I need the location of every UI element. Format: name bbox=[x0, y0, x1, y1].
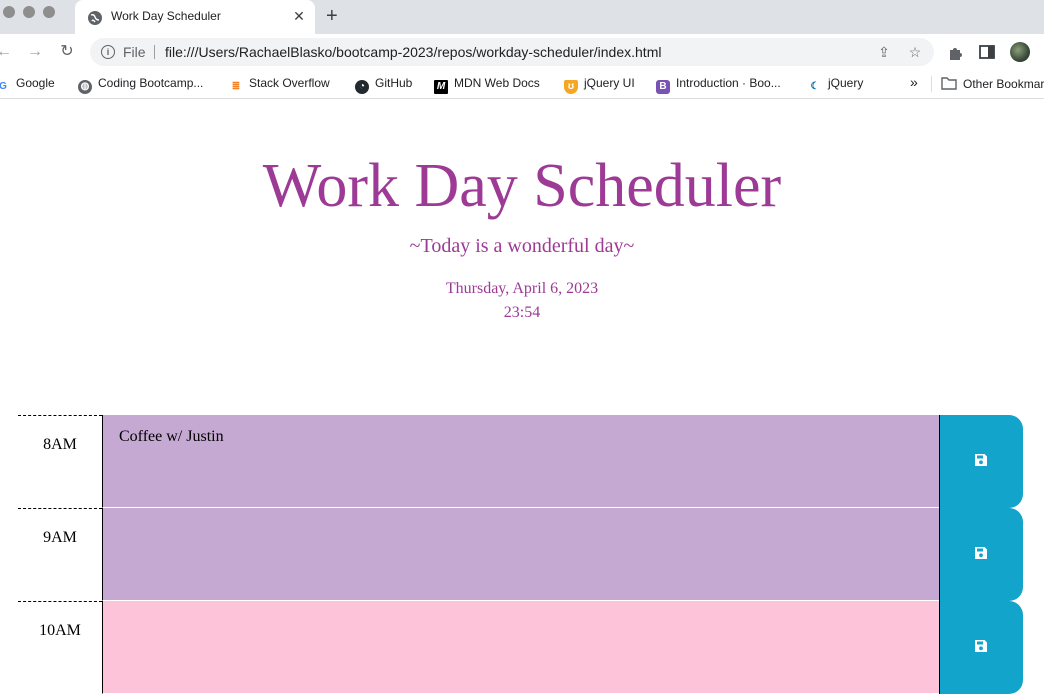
address-bar[interactable]: i File file:///Users/RachaelBlasko/bootc… bbox=[90, 38, 934, 66]
bootstrap-icon: B bbox=[656, 80, 670, 94]
forward-icon[interactable]: → bbox=[25, 42, 45, 62]
hour-label: 9AM bbox=[18, 508, 102, 601]
bookmark-label: jQuery UI bbox=[584, 76, 635, 90]
bookmark-jquery[interactable]: ☾ jQuery bbox=[808, 76, 864, 92]
time-block-row: 10AM bbox=[18, 601, 1023, 694]
window-close-control[interactable] bbox=[3, 6, 15, 18]
mdn-icon: M bbox=[434, 80, 448, 94]
save-icon bbox=[975, 547, 987, 559]
save-button[interactable] bbox=[939, 601, 1023, 694]
bookmark-coding-bootcamp[interactable]: ◍ Coding Bootcamp... bbox=[78, 76, 204, 94]
jquery-icon: ☾ bbox=[810, 81, 820, 92]
page-title: Work Day Scheduler bbox=[262, 152, 782, 220]
info-icon[interactable]: i bbox=[101, 45, 115, 59]
stackoverflow-icon: ≣ bbox=[231, 81, 241, 92]
bookmarks-overflow-button[interactable]: » bbox=[910, 74, 918, 90]
bookmark-other-bookmarks[interactable]: Other Bookmarks bbox=[941, 76, 1044, 92]
globe-icon bbox=[88, 11, 102, 25]
page-lead: ~Today is a wonderful day~ bbox=[409, 235, 635, 257]
bookmark-star-icon[interactable]: ☆ bbox=[907, 44, 923, 60]
save-button[interactable] bbox=[939, 415, 1023, 508]
bookmark-google[interactable]: G Google bbox=[0, 76, 55, 92]
google-icon: G bbox=[0, 81, 7, 92]
browser-toolbar: ← → ↻ i File file:///Users/RachaelBlasko… bbox=[0, 34, 1044, 70]
hour-label: 8AM bbox=[18, 415, 102, 508]
save-icon bbox=[975, 640, 987, 652]
new-tab-button[interactable]: + bbox=[326, 5, 338, 27]
current-time: 23:54 bbox=[503, 304, 541, 321]
extensions-icon[interactable] bbox=[947, 43, 965, 61]
url-scheme: File bbox=[123, 44, 146, 60]
bookmark-label: jQuery bbox=[828, 76, 864, 90]
url-divider bbox=[154, 45, 155, 59]
window-minimize-control[interactable] bbox=[23, 6, 35, 18]
active-tab[interactable]: Work Day Scheduler ✕ bbox=[75, 0, 315, 34]
bookmark-label: Other Bookmarks bbox=[963, 77, 1044, 91]
tab-title: Work Day Scheduler bbox=[111, 9, 221, 23]
save-icon bbox=[975, 454, 987, 466]
hour-label: 10AM bbox=[18, 601, 102, 694]
bookmark-mdn[interactable]: M MDN Web Docs bbox=[434, 76, 540, 94]
window-zoom-control[interactable] bbox=[43, 6, 55, 18]
bookmark-label: MDN Web Docs bbox=[454, 76, 540, 90]
bookmark-bootstrap[interactable]: B Introduction · Boo... bbox=[656, 76, 781, 94]
bookmarks-divider bbox=[931, 76, 932, 92]
save-button[interactable] bbox=[939, 508, 1023, 601]
bookmark-label: Stack Overflow bbox=[249, 76, 330, 90]
side-panel-icon[interactable] bbox=[978, 43, 996, 61]
bookmark-github[interactable]: ◔ GitHub bbox=[355, 76, 413, 94]
bookmark-label: Introduction · Boo... bbox=[676, 76, 781, 90]
share-icon[interactable]: ⇪ bbox=[876, 44, 892, 60]
bookmarks-bar: G Google ◍ Coding Bootcamp... ≣ Stack Overf… bbox=[0, 70, 1044, 99]
tab-close-icon[interactable]: ✕ bbox=[291, 8, 307, 24]
url-text[interactable]: file:///Users/RachaelBlasko/bootcamp-202… bbox=[165, 44, 661, 60]
bookmark-stack-overflow[interactable]: ≣ Stack Overflow bbox=[229, 76, 330, 92]
event-description-input[interactable] bbox=[102, 508, 940, 601]
event-description-input[interactable] bbox=[102, 601, 940, 694]
time-block-row: 8AM Coffee w/ Justin bbox=[18, 415, 1023, 508]
page-content: Work Day Scheduler ~Today is a wonderful… bbox=[0, 99, 1044, 694]
time-block-row: 9AM bbox=[18, 508, 1023, 601]
bookmark-label: GitHub bbox=[375, 76, 413, 90]
jqueryui-icon: ʊ bbox=[564, 80, 578, 94]
bookmark-jquery-ui[interactable]: ʊ jQuery UI bbox=[564, 76, 635, 94]
folder-icon bbox=[941, 77, 957, 90]
current-date: Thursday, April 6, 2023 bbox=[445, 280, 599, 297]
event-description-input[interactable]: Coffee w/ Justin bbox=[102, 415, 940, 508]
bookmark-label: Coding Bootcamp... bbox=[98, 76, 204, 90]
bookmark-label: Google bbox=[16, 76, 55, 90]
reload-icon[interactable]: ↻ bbox=[57, 42, 77, 62]
browser-tab-bar: Work Day Scheduler ✕ + bbox=[0, 0, 1044, 34]
back-icon[interactable]: ← bbox=[0, 42, 14, 62]
github-icon: ◔ bbox=[355, 80, 369, 94]
profile-avatar[interactable] bbox=[1010, 42, 1030, 62]
globe-icon: ◍ bbox=[78, 80, 92, 94]
